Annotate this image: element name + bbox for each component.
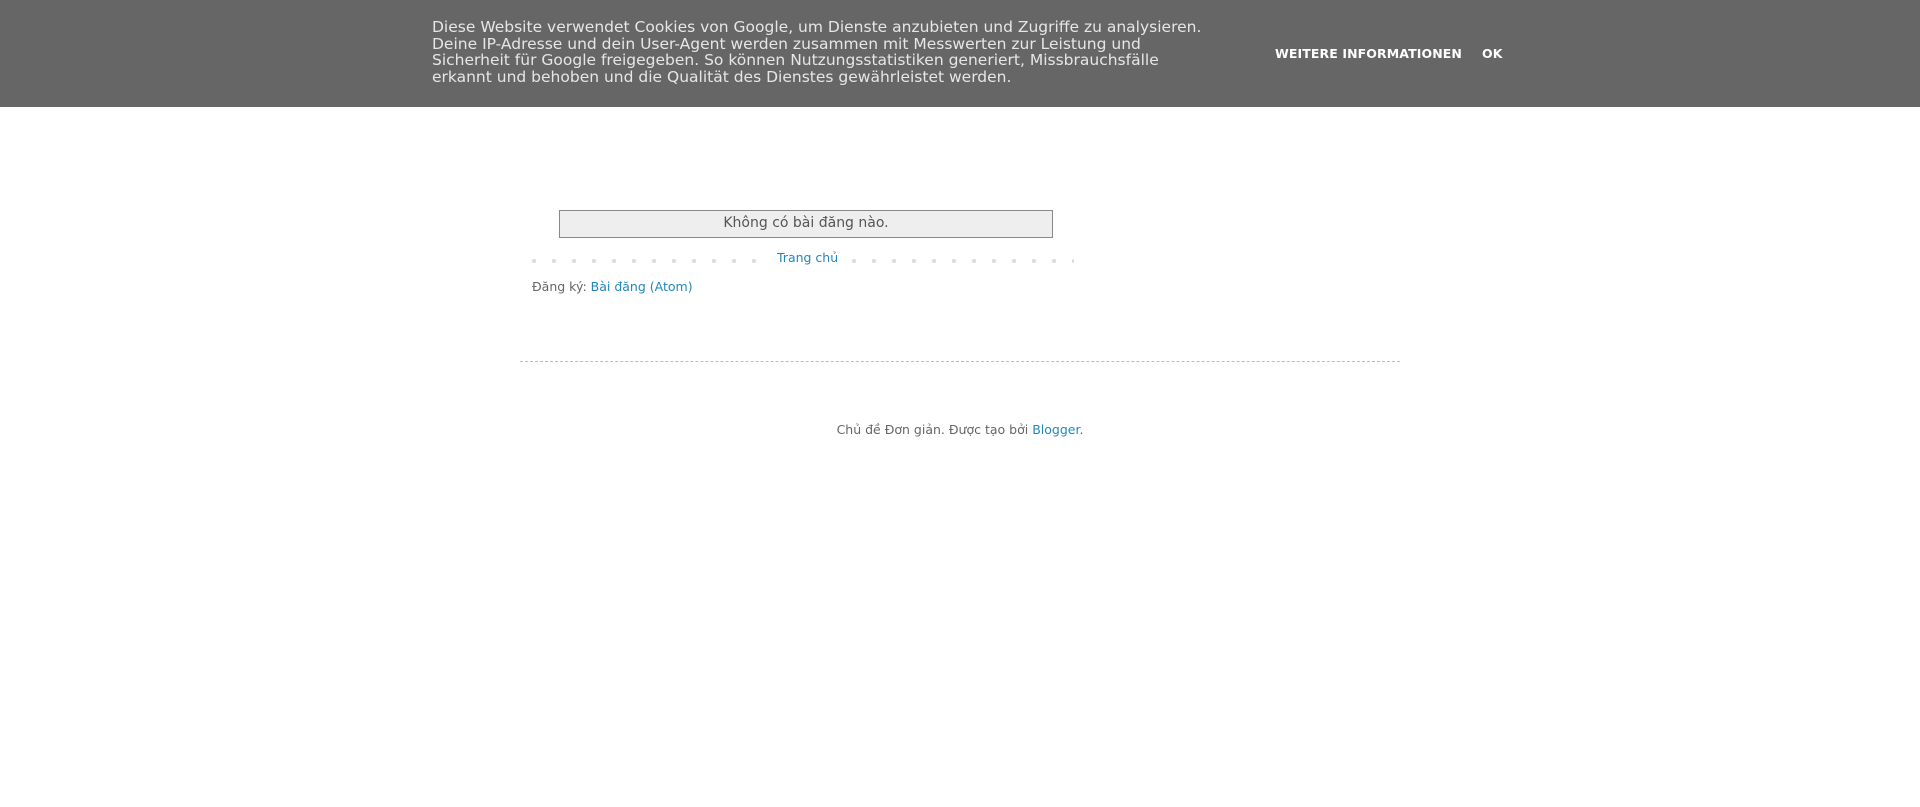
home-link[interactable]: Trang chủ — [777, 250, 838, 265]
attribution-text: Chủ đề Đơn giản. Được tạo bởi — [836, 422, 1033, 437]
atom-feed-link[interactable]: Bài đăng (Atom) — [591, 279, 693, 294]
pager-home-wrapper: Trang chủ — [769, 250, 847, 266]
ok-button[interactable]: OK — [1482, 46, 1503, 61]
blog-pager: Trang chủ — [532, 250, 1074, 268]
cookie-notice-line: erkannt und behoben und die Qualität des… — [432, 67, 1012, 86]
attribution: Chủ đề Đơn giản. Được tạo bởi Blogger. — [0, 422, 1920, 438]
blogger-link[interactable]: Blogger — [1032, 422, 1079, 437]
cookie-notice-line: Diese Website verwendet Cookies von Goog… — [432, 18, 1202, 36]
no-posts-message: Không có bài đăng nào. — [559, 210, 1053, 238]
cookie-actions: WEITERE INFORMATIONEN OK — [1275, 46, 1503, 61]
attribution-end: . — [1079, 422, 1084, 437]
more-info-link[interactable]: WEITERE INFORMATIONEN — [1275, 46, 1462, 61]
footer-divider — [520, 361, 1400, 362]
cookie-notice-line: Sicherheit für Google freigegeben. So kö… — [432, 51, 1159, 69]
feed-label: Đăng ký: — [532, 279, 587, 294]
cookie-notice-bar: Diese Website verwendet Cookies von Goog… — [0, 0, 1920, 107]
cookie-notice-line: Deine IP-Adresse und dein User-Agent wer… — [432, 34, 1141, 53]
cookie-notice-text: Diese Website verwendet Cookies von Goog… — [432, 19, 1232, 85]
feed-links: Đăng ký: Bài đăng (Atom) — [532, 279, 693, 295]
